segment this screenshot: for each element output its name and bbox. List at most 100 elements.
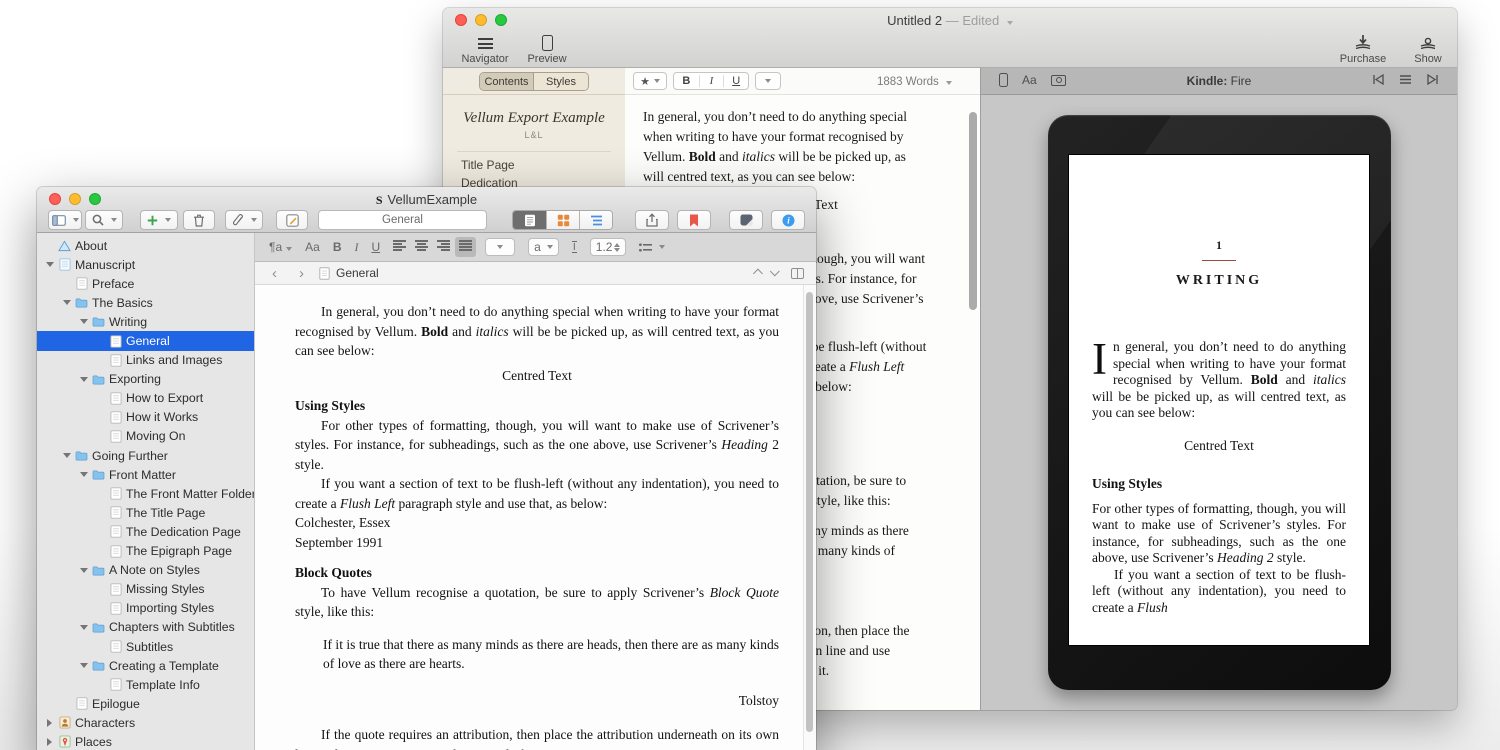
- split-editor-icon[interactable]: [791, 268, 804, 279]
- bookmark-button[interactable]: [677, 210, 711, 230]
- editor-scrollbar-thumb[interactable]: [806, 292, 813, 732]
- binder-item-the-title-page[interactable]: The Title Page: [37, 503, 254, 522]
- search-button[interactable]: [85, 210, 123, 230]
- scrivener-editor-text[interactable]: In general, you don’t need to do anythin…: [255, 285, 803, 750]
- bold-button[interactable]: B: [674, 75, 699, 87]
- align-left-button[interactable]: [393, 240, 406, 254]
- disclosure-open-icon[interactable]: [77, 625, 90, 630]
- italic-button[interactable]: I: [354, 240, 358, 255]
- underline-button[interactable]: U: [723, 75, 748, 87]
- binder-item-links-and-images[interactable]: Links and Images: [37, 351, 254, 370]
- disclosure-open-icon[interactable]: [77, 319, 90, 324]
- last-page-icon[interactable]: [1426, 74, 1439, 85]
- doc-icon: [107, 411, 124, 424]
- navigator-button[interactable]: Navigator: [453, 34, 517, 65]
- style-star-button[interactable]: ★: [633, 72, 667, 90]
- preview-button[interactable]: Preview: [515, 34, 579, 65]
- disclosure-closed-icon[interactable]: [43, 738, 56, 746]
- disclosure-open-icon[interactable]: [43, 262, 56, 267]
- document-view-button[interactable]: [513, 211, 546, 229]
- binder-item-how-it-works[interactable]: How it Works: [37, 408, 254, 427]
- binder-item-the-basics[interactable]: The Basics: [37, 293, 254, 312]
- binder-item-moving-on[interactable]: Moving On: [37, 427, 254, 446]
- disclosure-open-icon[interactable]: [77, 663, 90, 668]
- italic-button[interactable]: I: [699, 75, 724, 87]
- toc-icon[interactable]: [1399, 74, 1412, 85]
- disclosure-open-icon[interactable]: [77, 377, 90, 382]
- attach-button[interactable]: [225, 210, 263, 230]
- corkboard-view-button[interactable]: [546, 211, 579, 229]
- share-button[interactable]: [635, 210, 669, 230]
- bold-button[interactable]: B: [333, 240, 342, 254]
- line-spacing-stepper[interactable]: 1.2: [590, 238, 627, 256]
- underline-button[interactable]: U: [371, 240, 380, 254]
- compose-button[interactable]: [276, 210, 308, 230]
- binder-item-how-to-export[interactable]: How to Export: [37, 389, 254, 408]
- binder-item-about[interactable]: About: [37, 236, 254, 255]
- next-document-icon[interactable]: [770, 266, 780, 276]
- corkboard-view-icon: [557, 214, 570, 227]
- list-button[interactable]: [639, 243, 665, 252]
- document-title-field[interactable]: General: [318, 210, 487, 230]
- binder-item-manuscript[interactable]: Manuscript: [37, 255, 254, 274]
- binder-item-the-epigraph-page[interactable]: The Epigraph Page: [37, 542, 254, 561]
- binder-item-going-further[interactable]: Going Further: [37, 446, 254, 465]
- line-height-icon[interactable]: I: [572, 241, 577, 253]
- trash-button[interactable]: [183, 210, 215, 230]
- disclosure-closed-icon[interactable]: [43, 719, 56, 727]
- vellum-editor-scrollbar[interactable]: [969, 112, 977, 310]
- first-page-icon[interactable]: [1372, 74, 1385, 85]
- quick-reference-button[interactable]: [729, 210, 763, 230]
- binder-toggle-button[interactable]: [48, 210, 82, 230]
- tab-contents[interactable]: Contents: [480, 73, 534, 90]
- chapter-title: WRITING: [1092, 273, 1346, 290]
- back-button[interactable]: ‹: [267, 265, 282, 282]
- binder-item-importing-styles[interactable]: Importing Styles: [37, 599, 254, 618]
- binder-item-the-dedication-page[interactable]: The Dedication Page: [37, 522, 254, 541]
- show-button[interactable]: Show: [1405, 34, 1451, 65]
- editor-header-title[interactable]: General: [336, 266, 379, 280]
- folder-icon: [90, 374, 107, 385]
- binder-item-writing[interactable]: Writing: [37, 312, 254, 331]
- binder-item-subtitles[interactable]: Subtitles: [37, 637, 254, 656]
- folder-icon: [73, 297, 90, 308]
- disclosure-open-icon[interactable]: [77, 568, 90, 573]
- binder-item-template-info[interactable]: Template Info: [37, 675, 254, 694]
- add-item-button[interactable]: [140, 210, 178, 230]
- paragraph-style-button[interactable]: ¶a: [269, 240, 292, 254]
- inspector-button[interactable]: i: [771, 210, 805, 230]
- binder-item-characters[interactable]: Characters: [37, 713, 254, 732]
- forward-button[interactable]: ›: [294, 265, 309, 282]
- title-dropdown-icon[interactable]: [1007, 21, 1013, 25]
- more-formats-button[interactable]: [755, 72, 781, 90]
- binder-item-places[interactable]: Places: [37, 732, 254, 750]
- disclosure-open-icon[interactable]: [77, 472, 90, 477]
- text-color-button[interactable]: a: [528, 238, 559, 256]
- outline-view-button[interactable]: [579, 211, 612, 229]
- style-dropdown[interactable]: [485, 238, 515, 256]
- binder-item-epilogue[interactable]: Epilogue: [37, 694, 254, 713]
- align-right-button[interactable]: [437, 240, 450, 254]
- contents-item[interactable]: Title Page: [443, 156, 625, 174]
- binder-item-creating-a-template[interactable]: Creating a Template: [37, 656, 254, 675]
- tab-styles[interactable]: Styles: [534, 73, 588, 90]
- binder-item-missing-styles[interactable]: Missing Styles: [37, 580, 254, 599]
- disclosure-open-icon[interactable]: [60, 300, 73, 305]
- editor-paragraph: Centred Text: [295, 366, 779, 386]
- disclosure-open-icon[interactable]: [60, 453, 73, 458]
- align-center-button[interactable]: [415, 240, 428, 254]
- font-button[interactable]: Aa: [305, 240, 320, 254]
- binder-item-a-note-on-styles[interactable]: A Note on Styles: [37, 561, 254, 580]
- previous-document-icon[interactable]: [753, 268, 763, 278]
- editor-scrollbar-track[interactable]: [803, 285, 816, 750]
- folder-icon: [90, 316, 107, 327]
- binder-item-chapters-with-subtitles[interactable]: Chapters with Subtitles: [37, 618, 254, 637]
- binder-item-preface[interactable]: Preface: [37, 274, 254, 293]
- binder-item-exporting[interactable]: Exporting: [37, 370, 254, 389]
- word-count[interactable]: 1883 Words: [877, 76, 952, 88]
- binder-item-the-front-matter-folder[interactable]: The Front Matter Folder: [37, 484, 254, 503]
- binder-item-general[interactable]: General: [37, 331, 254, 350]
- purchase-button[interactable]: Purchase: [1331, 34, 1395, 65]
- binder-item-front-matter[interactable]: Front Matter: [37, 465, 254, 484]
- align-justify-button[interactable]: [455, 237, 476, 257]
